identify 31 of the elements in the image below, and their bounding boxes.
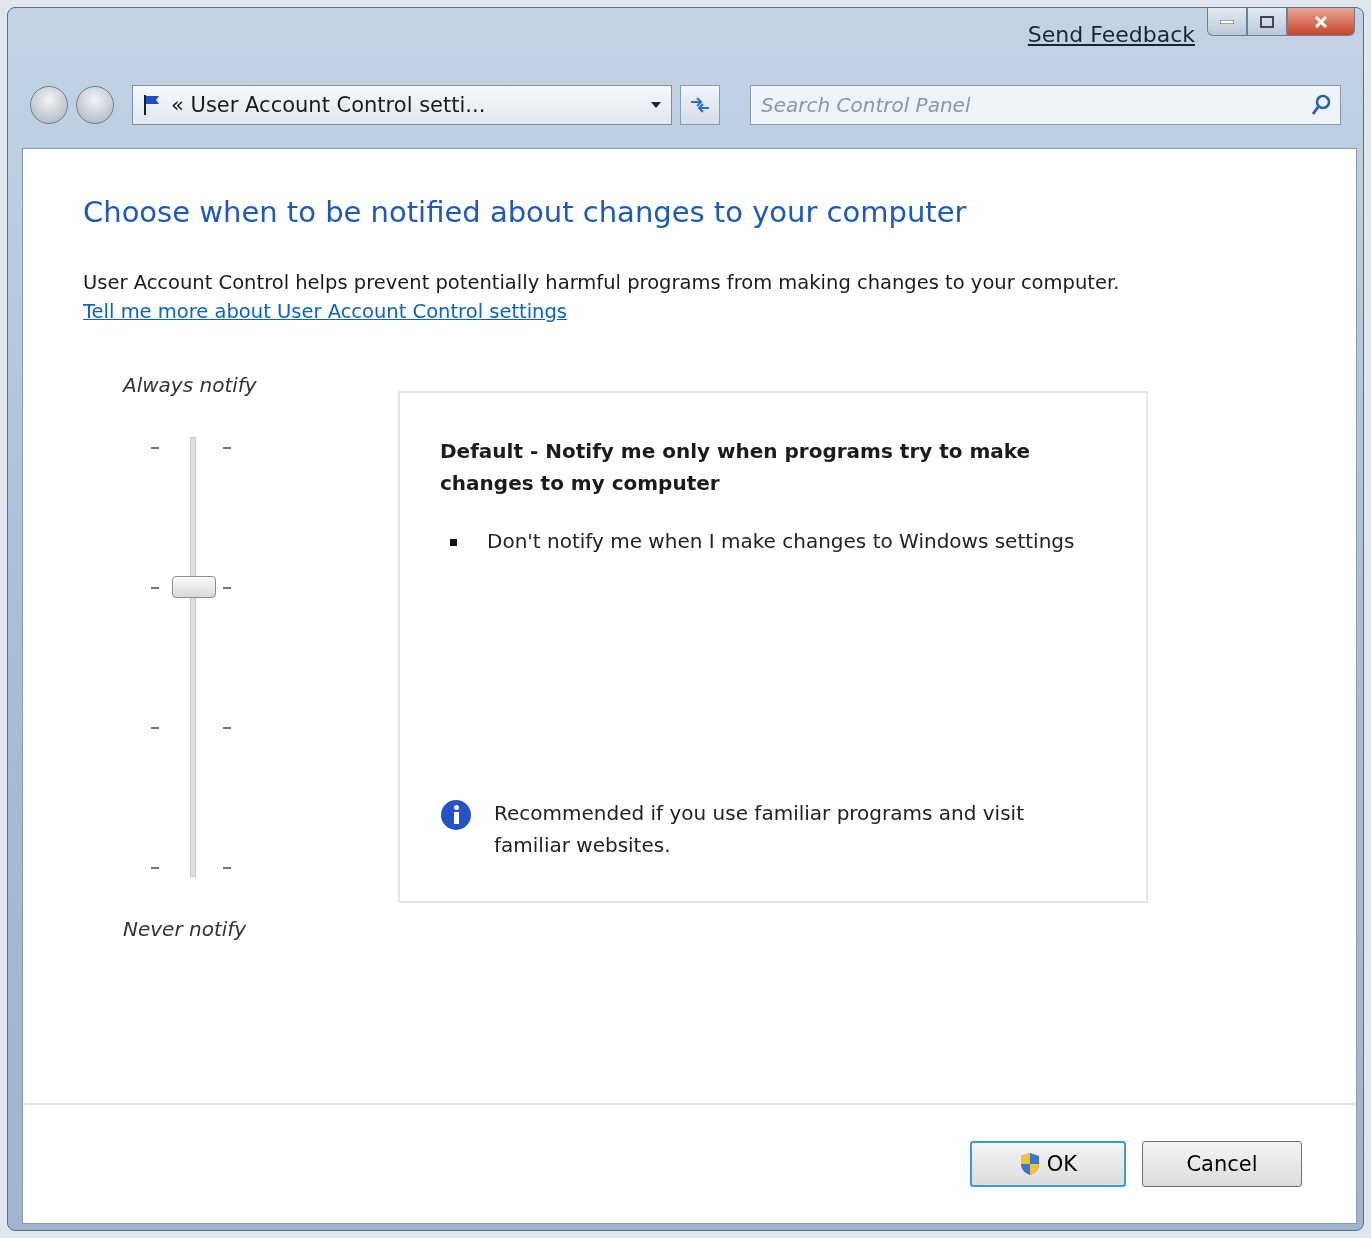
maximize-icon: [1260, 15, 1274, 28]
slider-bottom-label: Never notify: [123, 917, 247, 941]
send-feedback-link[interactable]: Send Feedback: [1027, 22, 1195, 47]
slider-top-label: Always notify: [123, 373, 257, 397]
minimize-icon: [1220, 19, 1234, 24]
close-button[interactable]: [1287, 8, 1355, 36]
shield-icon: [1018, 1152, 1041, 1176]
forward-button[interactable]: [76, 86, 114, 124]
refresh-button[interactable]: [680, 85, 720, 125]
ok-button[interactable]: OK: [970, 1141, 1126, 1187]
close-icon: [1314, 14, 1328, 29]
bullet-icon: [450, 539, 457, 546]
back-button[interactable]: [30, 86, 68, 124]
address-bar[interactable]: « User Account Control setti...: [132, 85, 672, 125]
setting-bullet: Don't notify me when I make changes to Windows settings: [487, 528, 1075, 555]
description-text: User Account Control helps prevent potentially harmful programs from making changes to your computer.: [83, 271, 1121, 294]
address-path: « User Account Control setti...: [171, 93, 487, 117]
info-icon: [440, 799, 472, 831]
maximize-button[interactable]: [1247, 8, 1287, 36]
refresh-icon: [689, 96, 711, 114]
minimize-button[interactable]: [1207, 8, 1247, 36]
page-heading: Choose when to be notified about changes to your computer: [83, 195, 968, 229]
help-link[interactable]: Tell me more about User Account Control settings: [83, 300, 567, 323]
cancel-button[interactable]: Cancel: [1142, 1141, 1302, 1187]
search-icon: [1311, 94, 1331, 116]
flag-icon: [143, 94, 161, 116]
setting-title: Default - Notify me only when programs try to make changes to my computer: [440, 438, 1032, 497]
recommendation-note: Recommended if you use familiar programs and visit familiar websites.: [494, 800, 1025, 859]
slider-thumb[interactable]: [172, 575, 216, 598]
dropdown-arrow-icon: [651, 102, 661, 108]
search-field[interactable]: Search Control Panel: [750, 85, 1341, 125]
